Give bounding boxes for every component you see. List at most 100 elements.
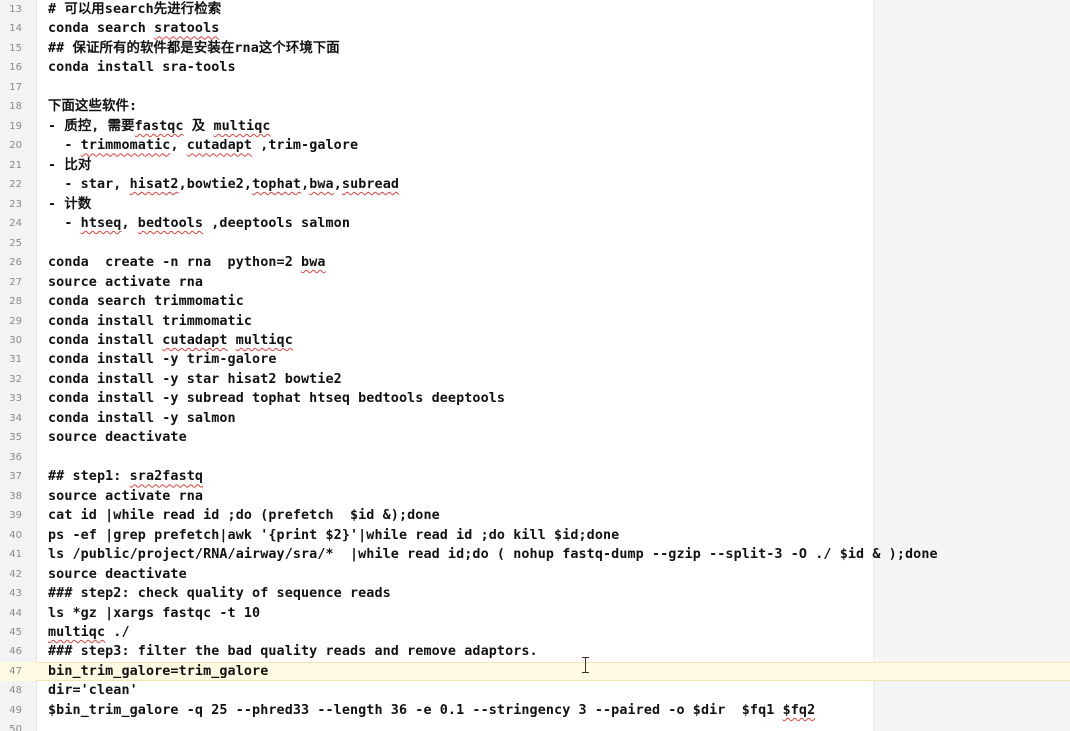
code-text[interactable]: # 可以用search先进行检索 [48,0,221,19]
code-segment: conda install trimmomatic [48,313,253,329]
code-line[interactable]: 21 - 比对 [0,156,1070,175]
line-number: 28 [9,296,22,308]
code-text[interactable]: $bin_trim_galore -q 25 --phred33 --lengt… [48,701,815,720]
code-text[interactable]: conda install sra-tools [48,58,236,77]
code-line[interactable]: 29 conda install trimmomatic [0,312,1070,331]
line-number: 44 [9,607,22,619]
code-line[interactable]: 20 - trimmomatic, cutadapt ,trim-galore [0,136,1070,155]
code-segment: conda install -y star hisat2 bowtie2 [48,371,342,387]
code-line[interactable]: 42 source deactivate [0,565,1070,584]
line-number: 25 [9,237,22,249]
code-text[interactable]: conda install cutadapt multiqc [48,331,293,350]
code-text[interactable]: dir='clean' [48,681,138,700]
code-line[interactable]: 37 ## step1: sra2fastq [0,467,1070,486]
line-number: 20 [9,140,22,152]
code-text[interactable]: - htseq, bedtools ,deeptools salmon [48,214,350,233]
code-line[interactable]: 36 [0,448,1070,467]
code-editor[interactable]: 13 # 可以用search先进行检索 14 conda search sratool… [0,0,1070,731]
code-segment: - 比对 [48,157,92,173]
code-line[interactable]: 33 conda install -y subread tophat htseq … [0,389,1070,408]
code-text[interactable]: conda install -y salmon [48,409,236,428]
code-line[interactable]: 18 下面这些软件: [0,97,1070,116]
code-text[interactable]: - star, hisat2,bowtie2,tophat,bwa,subrea… [48,175,399,194]
code-line[interactable]: 46 ### step3: filter the bad quality read… [0,642,1070,661]
code-segment: source deactivate [48,566,187,582]
code-text[interactable]: ps -ef |grep prefetch|awk '{print $2}'|w… [48,526,619,545]
code-text[interactable]: - 比对 [48,156,91,175]
code-text[interactable]: - 计数 [48,195,91,214]
code-text[interactable]: - 质控, 需要fastqc 及 multiqc [48,117,271,136]
code-line[interactable]: 39 cat id |while read id ;do (prefetch $i… [0,506,1070,525]
line-number: 23 [9,198,22,210]
code-line[interactable]: 22 - star, hisat2,bowtie2,tophat,bwa,sub… [0,175,1070,194]
code-text[interactable]: ### step3: filter the bad quality reads … [48,642,538,661]
code-segment: ,bowtie2, [178,177,253,193]
code-line[interactable]: 40 ps -ef |grep prefetch|awk '{print $2}'… [0,526,1070,545]
code-line[interactable]: 48 dir='clean' [0,681,1070,700]
code-text[interactable]: conda search sratools [48,19,219,38]
code-text[interactable]: ls /public/project/RNA/airway/sra/* |whi… [48,545,938,564]
code-line[interactable]: 30 conda install cutadapt multiqc [0,331,1070,350]
code-line[interactable]: 32 conda install -y star hisat2 bowtie2 [0,370,1070,389]
code-line[interactable]: 50 [0,720,1070,731]
code-segment: conda create -n rna python=2 [48,255,302,271]
code-line[interactable]: 43 ### step2: check quality of sequence r… [0,584,1070,603]
code-line[interactable]: 45 multiqc ./ [0,623,1070,642]
line-number: 36 [9,451,22,463]
line-number: 26 [9,257,22,269]
spellcheck-flagged-word: cutadapt [186,138,253,154]
code-text[interactable]: conda install -y subread tophat htseq be… [48,389,505,408]
code-line[interactable]: 23 - 计数 [0,195,1070,214]
line-number: 29 [9,315,22,327]
code-text[interactable]: ## 保证所有的软件都是安装在rna这个环境下面 [48,39,340,58]
code-text[interactable]: source deactivate [48,428,187,447]
code-line[interactable]: 17 [0,78,1070,97]
code-text[interactable]: source activate rna [48,273,203,292]
code-line[interactable]: 25 [0,234,1070,253]
code-text[interactable]: conda install trimmomatic [48,312,252,331]
line-number: 14 [9,23,22,35]
code-text[interactable]: conda install -y star hisat2 bowtie2 [48,370,342,389]
code-text[interactable]: - trimmomatic, cutadapt ,trim-galore [48,136,358,155]
code-line[interactable]: 31 conda install -y trim-galore [0,350,1070,369]
line-number: 35 [9,432,22,444]
code-segment: ## step1: [48,469,130,485]
code-text[interactable]: ### step2: check quality of sequence rea… [48,584,391,603]
line-number: 37 [9,471,22,483]
code-line[interactable]: 35 source deactivate [0,428,1070,447]
code-line[interactable]: 26 conda create -n rna python=2 bwa [0,253,1070,272]
code-line[interactable]: 16 conda install sra-tools [0,58,1070,77]
code-text[interactable]: cat id |while read id ;do (prefetch $id … [48,506,440,525]
code-line[interactable]: 49 $bin_trim_galore -q 25 --phred33 --len… [0,701,1070,720]
code-segment: , [170,138,187,154]
code-text[interactable]: source deactivate [48,565,187,584]
code-line[interactable]: 38 source activate rna [0,487,1070,506]
code-line[interactable]: 44 ls *gz |xargs fastqc -t 10 [0,604,1070,623]
code-text[interactable]: ## step1: sra2fastq [48,467,203,486]
code-segment: ,trim-galore [252,138,359,154]
code-text[interactable]: bin_trim_galore=trim_galore [48,662,268,681]
editor-lines[interactable]: 13 # 可以用search先进行检索 14 conda search sratool… [0,0,1070,731]
code-line[interactable]: 14 conda search sratools [0,19,1070,38]
code-line[interactable]: 41 ls /public/project/RNA/airway/sra/* |w… [0,545,1070,564]
code-segment: cat id |while read id ;do (prefetch $id … [48,508,440,524]
code-text[interactable]: conda search trimmomatic [48,292,244,311]
code-text[interactable]: 下面这些软件: [48,97,137,116]
code-line[interactable]: 15 ## 保证所有的软件都是安装在rna这个环境下面 [0,39,1070,58]
code-text[interactable]: source activate rna [48,487,203,506]
code-text[interactable]: ls *gz |xargs fastqc -t 10 [48,604,260,623]
code-text[interactable]: multiqc ./ [48,623,130,642]
code-segment: conda install -y trim-galore [48,352,277,368]
code-text[interactable]: conda create -n rna python=2 bwa [48,253,326,272]
spellcheck-flagged-word: subread [341,177,400,193]
current-line[interactable]: 47 bin_trim_galore=trim_galore [0,661,1070,682]
code-text[interactable]: conda install -y trim-galore [48,350,277,369]
code-line[interactable]: 19 - 质控, 需要fastqc 及 multiqc [0,117,1070,136]
code-line[interactable]: 24 - htseq, bedtools ,deeptools salmon [0,214,1070,233]
line-number: 34 [9,412,22,424]
code-line[interactable]: 13 # 可以用search先进行检索 [0,0,1070,19]
spellcheck-flagged-word: bwa [309,177,334,193]
code-line[interactable]: 28 conda search trimmomatic [0,292,1070,311]
code-line[interactable]: 27 source activate rna [0,273,1070,292]
code-line[interactable]: 34 conda install -y salmon [0,409,1070,428]
